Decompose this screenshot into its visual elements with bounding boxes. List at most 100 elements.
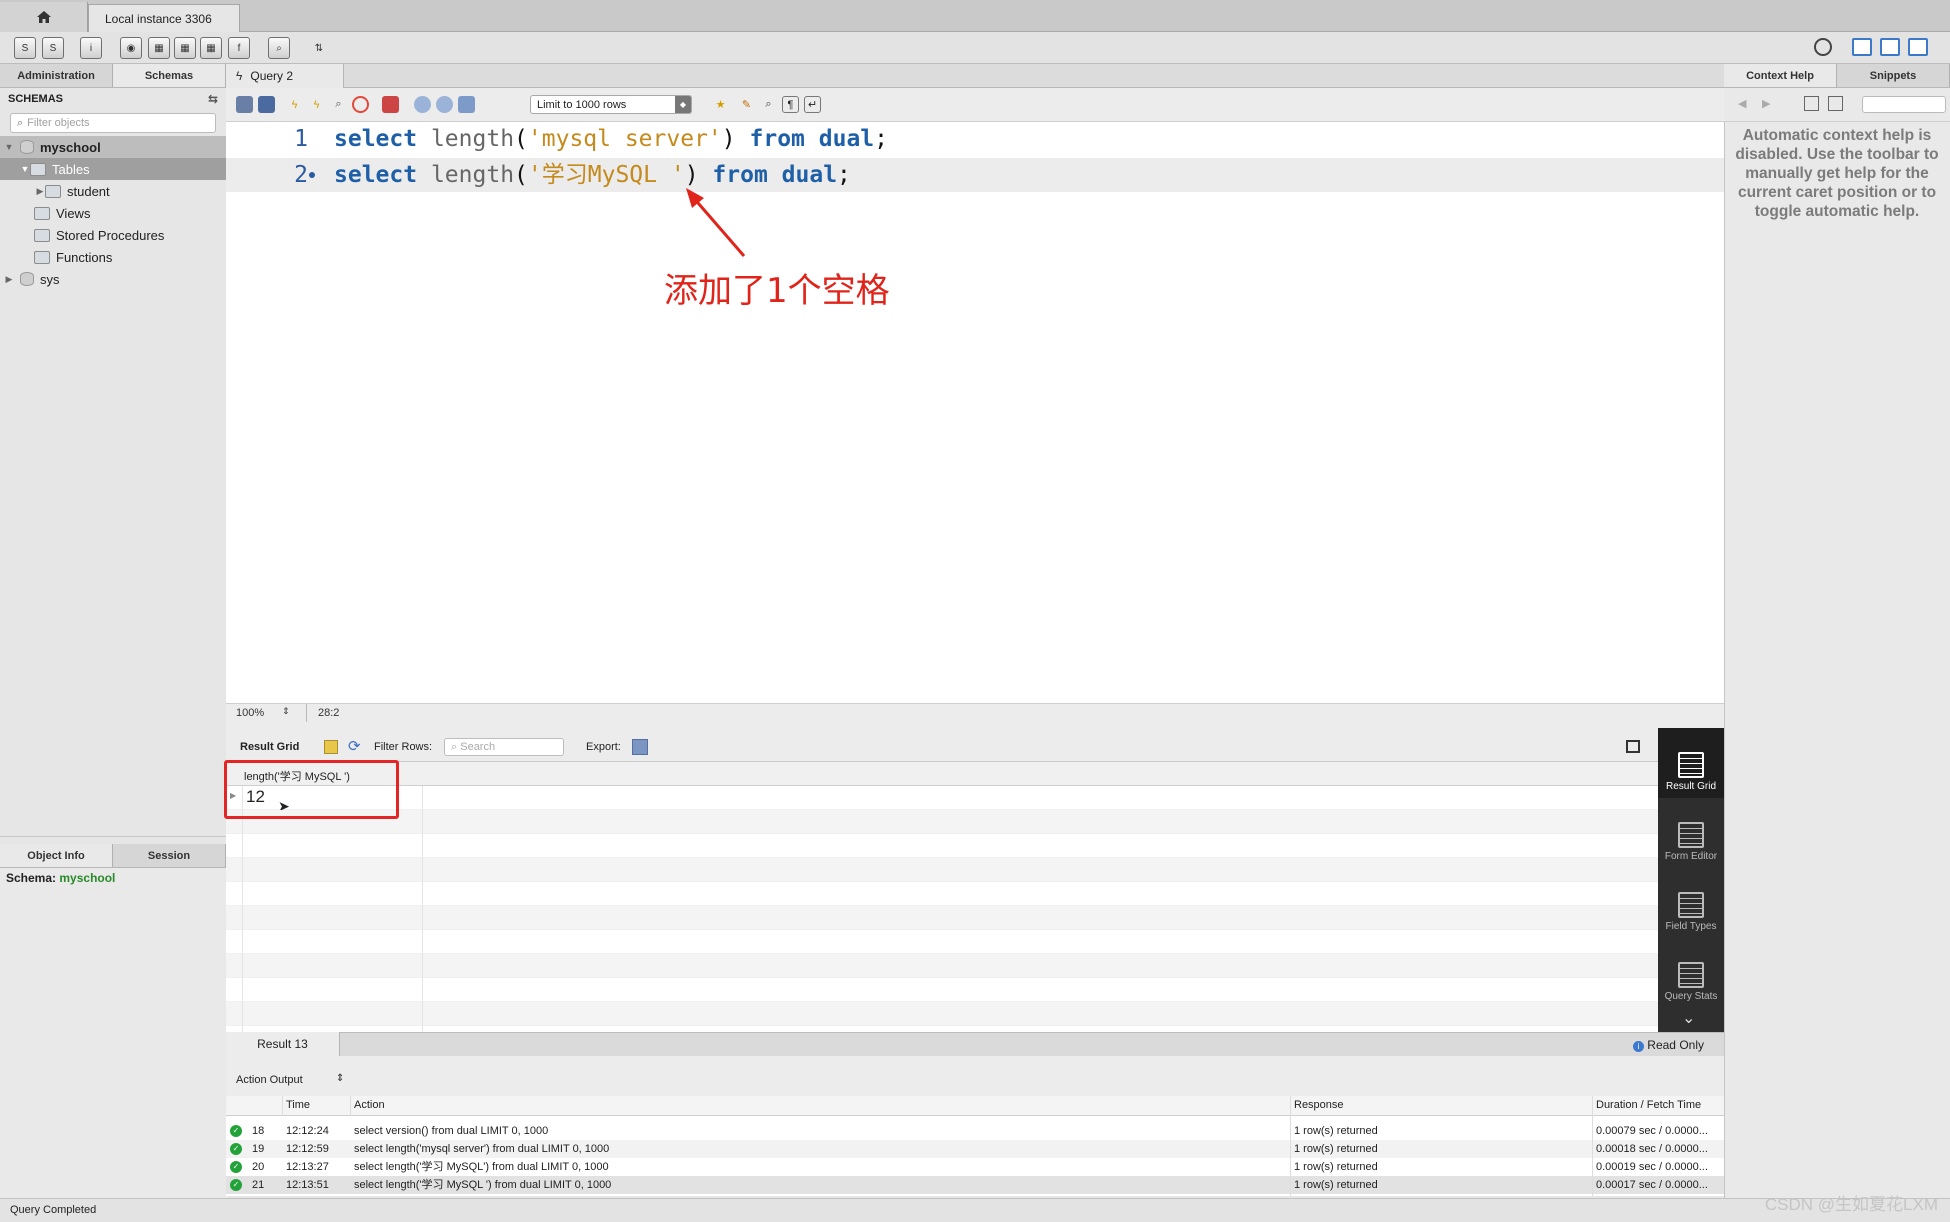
add-snippet-icon[interactable]: ★ [712, 96, 729, 113]
grid-icon[interactable] [324, 740, 338, 754]
query-stats-view-button[interactable]: Query Stats [1658, 938, 1724, 1008]
find-icon[interactable]: ⌕ [760, 96, 777, 113]
zoom-level[interactable]: 100% [236, 707, 264, 719]
create-function-icon[interactable]: f [228, 37, 250, 59]
form-editor-view-button[interactable]: Form Editor [1658, 798, 1724, 868]
autocommit-icon[interactable] [458, 96, 475, 113]
empty-row [226, 930, 1658, 954]
manual-help-icon[interactable] [1804, 96, 1819, 111]
output-row[interactable]: ✓ 18 12:12:24 select version() from dual… [226, 1122, 1724, 1140]
expand-arrow-icon[interactable]: ▶ [4, 274, 14, 285]
tree-node-myschool[interactable]: ▼ myschool [0, 136, 226, 158]
invisible-chars-icon[interactable]: ¶ [782, 96, 799, 113]
reconnect-icon[interactable]: ⇅ [308, 37, 330, 59]
create-view-icon[interactable]: ▦ [174, 37, 196, 59]
empty-row [226, 906, 1658, 930]
preferences-icon[interactable] [1814, 38, 1832, 56]
info-tabs: Object Info Session [0, 844, 226, 868]
toggle-output-icon[interactable] [1880, 38, 1900, 56]
new-sql-tab-icon[interactable]: S [14, 37, 36, 59]
toggle-panel-icon[interactable] [1626, 740, 1640, 753]
zoom-stepper-icon[interactable]: ⇕ [282, 706, 290, 717]
object-info-pane: Schema: myschool [0, 868, 226, 1198]
tab-session[interactable]: Session [113, 844, 226, 867]
main-toolbar: S S i ◉ ▦ ▦ ▦ f ⌕ ⇅ [0, 32, 1950, 64]
left-splitter[interactable] [0, 836, 226, 844]
result-grid-view-button[interactable]: Result Grid [1658, 728, 1724, 798]
tab-object-info[interactable]: Object Info [0, 844, 113, 867]
output-row[interactable]: ✓ 19 12:12:59 select length('mysql serve… [226, 1140, 1724, 1158]
tree-node-stored-procedures[interactable]: Stored Procedures [0, 224, 226, 246]
sql-editor[interactable]: 1 2 select length('mysql server') from d… [226, 122, 1724, 706]
save-icon[interactable] [258, 96, 275, 113]
header-response[interactable]: Response [1294, 1096, 1344, 1114]
tree-node-tables[interactable]: ▼ Tables [0, 158, 226, 180]
execute-current-icon[interactable]: ϟ [308, 96, 325, 113]
search-table-data-icon[interactable]: ⌕ [268, 37, 290, 59]
open-file-icon[interactable] [236, 96, 253, 113]
commit-icon[interactable] [414, 96, 431, 113]
expand-arrow-icon[interactable]: ▼ [20, 164, 30, 174]
toggle-secondary-sidebar-icon[interactable] [1908, 38, 1928, 56]
editor-results-splitter[interactable] [226, 722, 1724, 732]
folder-icon [34, 206, 50, 220]
create-schema-icon[interactable]: ◉ [120, 37, 142, 59]
rollback-icon[interactable] [436, 96, 453, 113]
tree-node-sys[interactable]: ▶ sys [0, 268, 226, 290]
wrap-lines-icon[interactable]: ↵ [804, 96, 821, 113]
execute-icon[interactable]: ϟ [286, 96, 303, 113]
success-icon: ✓ [230, 1179, 242, 1191]
auto-help-icon[interactable] [1828, 96, 1843, 111]
stop-icon[interactable] [352, 96, 369, 113]
expand-arrow-icon[interactable]: ▶ [35, 186, 45, 197]
result-grid-icon [1678, 752, 1704, 778]
query-tab[interactable]: ϟ Query 2 [226, 64, 344, 88]
header-action[interactable]: Action [354, 1096, 385, 1114]
help-search-input[interactable] [1862, 96, 1946, 113]
empty-row [226, 954, 1658, 978]
tab-snippets[interactable]: Snippets [1837, 64, 1950, 87]
schema-tree: ▼ myschool ▼ Tables ▶ student Views Stor… [0, 136, 226, 836]
result-tab[interactable]: Result 13 [226, 1032, 340, 1056]
output-type-select[interactable]: Action Output [236, 1074, 303, 1086]
output-row[interactable]: ✓ 21 12:13:51 select length('学习 MySQL ')… [226, 1176, 1724, 1194]
create-table-icon[interactable]: ▦ [148, 37, 170, 59]
toggle-sidebar-icon[interactable] [1852, 38, 1872, 56]
tree-node-views[interactable]: Views [0, 202, 226, 224]
back-icon[interactable]: ◀ [1738, 97, 1746, 110]
filter-rows-input[interactable]: ⌕ Search [444, 738, 564, 756]
results-output-splitter[interactable] [226, 1056, 1724, 1064]
expand-arrow-icon[interactable]: ▼ [4, 142, 14, 152]
database-icon [20, 272, 34, 286]
refresh-schemas-icon[interactable]: ⇆ [208, 92, 218, 106]
chevron-updown-icon[interactable]: ⇕ [336, 1073, 344, 1084]
table-row[interactable]: ▶ 12 ➤ [226, 786, 1658, 814]
explain-icon[interactable]: ⌕ [330, 96, 347, 113]
open-sql-script-icon[interactable]: S [42, 37, 64, 59]
filter-objects-input[interactable]: ⌕ Filter objects [10, 113, 216, 133]
toggle-error-icon[interactable] [382, 96, 399, 113]
connection-tab[interactable]: Local instance 3306 [88, 4, 240, 32]
schemas-header: SCHEMAS ⇆ [0, 88, 226, 110]
field-types-view-button[interactable]: Field Types [1658, 868, 1724, 938]
output-row[interactable]: ✓ 20 12:13:27 select length('学习 MySQL') … [226, 1158, 1724, 1176]
create-procedure-icon[interactable]: ▦ [200, 37, 222, 59]
field-types-icon [1678, 892, 1704, 918]
tree-node-functions[interactable]: Functions [0, 246, 226, 268]
filter-placeholder: Filter objects [27, 117, 90, 129]
limit-rows-select[interactable]: Limit to 1000 rows ◆ [530, 95, 692, 114]
tree-node-student[interactable]: ▶ student [0, 180, 226, 202]
inspector-icon[interactable]: i [80, 37, 102, 59]
beautify-icon[interactable]: ✎ [738, 96, 755, 113]
header-duration[interactable]: Duration / Fetch Time [1596, 1096, 1701, 1114]
export-icon[interactable] [632, 739, 648, 755]
chevron-down-icon[interactable]: ⌄ [1682, 1008, 1695, 1028]
forward-icon[interactable]: ▶ [1762, 97, 1770, 110]
home-tab[interactable] [0, 2, 88, 32]
refresh-icon[interactable]: ⟳ [348, 737, 361, 755]
query-stats-icon [1678, 962, 1704, 988]
header-time[interactable]: Time [286, 1096, 310, 1114]
tab-schemas[interactable]: Schemas [113, 64, 226, 87]
tab-context-help[interactable]: Context Help [1724, 64, 1837, 87]
tab-administration[interactable]: Administration [0, 64, 113, 87]
